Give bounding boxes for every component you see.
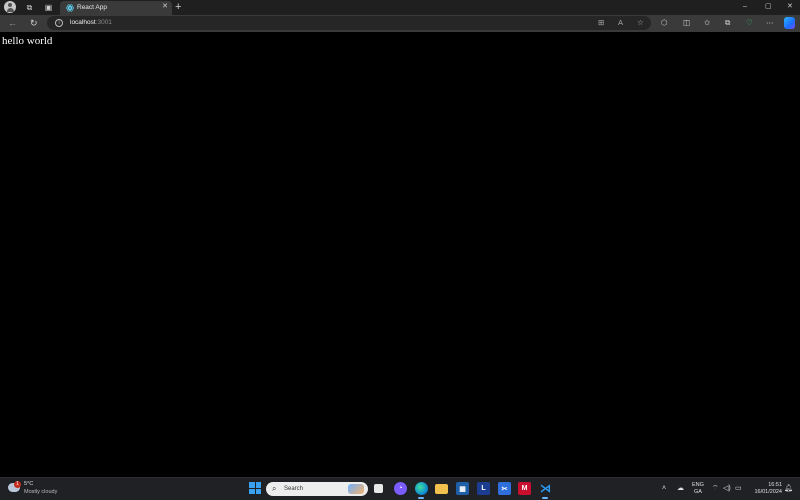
battery-icon[interactable]: ▭ bbox=[735, 484, 742, 494]
tab-react-app[interactable]: React App ✕ bbox=[60, 1, 172, 15]
clock-time: 16:51 bbox=[768, 482, 782, 488]
weather-badge: 1 bbox=[14, 481, 21, 488]
browser-essentials-icon[interactable]: ♡ bbox=[746, 18, 753, 28]
workspaces-icon[interactable]: ⧉ bbox=[23, 1, 36, 14]
weather-condition[interactable]: Mostly cloudy bbox=[24, 489, 57, 496]
url-host: localhost bbox=[70, 19, 96, 26]
browser-toolbar: ← ↻ i localhost:3001 ⊞ A ☆ ⬡ ◫ ✩ ⧉ ♡ ⋯ bbox=[0, 15, 800, 32]
language-indicator[interactable]: ENG GA bbox=[692, 482, 704, 496]
minimize-button[interactable]: – bbox=[743, 1, 747, 13]
page-viewport: hello world bbox=[0, 32, 800, 477]
volume-icon[interactable]: ◁) bbox=[723, 484, 731, 494]
collections-icon[interactable]: ⧉ bbox=[725, 18, 730, 28]
taskbar-search[interactable]: ⌕ Search bbox=[266, 482, 368, 496]
url-text[interactable]: localhost:3001 bbox=[70, 18, 112, 28]
address-bar[interactable]: i localhost:3001 ⊞ A ☆ bbox=[47, 16, 651, 30]
vscode-icon[interactable]: ⋊ bbox=[539, 482, 552, 495]
start-button[interactable] bbox=[249, 482, 262, 495]
app-available-icon[interactable]: ⊞ bbox=[598, 18, 604, 28]
vscode-active-indicator bbox=[542, 497, 548, 499]
keyboard-layout: GA bbox=[693, 489, 702, 495]
show-hidden-icons-chevron-icon[interactable]: ˄ bbox=[662, 484, 666, 494]
site-info-icon[interactable]: i bbox=[55, 19, 63, 27]
maximize-button[interactable]: ▢ bbox=[765, 1, 772, 13]
store-app-icon[interactable]: ▦ bbox=[456, 482, 469, 495]
favorite-star-icon[interactable]: ☆ bbox=[637, 18, 644, 28]
tab-close-icon[interactable]: ✕ bbox=[162, 2, 168, 10]
mcafee-icon[interactable]: M bbox=[518, 482, 531, 495]
split-screen-icon[interactable]: ◫ bbox=[683, 18, 690, 28]
chat-icon[interactable]: ◔ bbox=[394, 482, 407, 495]
notifications-bell-icon[interactable]: 🔔︎ bbox=[784, 484, 793, 494]
file-explorer-icon[interactable] bbox=[435, 484, 448, 494]
url-port: :3001 bbox=[95, 19, 112, 26]
browser-tab-strip: ⧉ ▣ React App ✕ + – ▢ ✕ bbox=[0, 0, 800, 15]
refresh-button[interactable]: ↻ bbox=[30, 17, 38, 30]
extensions-icon[interactable]: ⬡ bbox=[661, 18, 668, 28]
edge-browser-icon[interactable] bbox=[415, 482, 428, 495]
task-view-icon[interactable] bbox=[374, 484, 383, 493]
l-app-icon[interactable]: L bbox=[477, 482, 490, 495]
profile-avatar-icon[interactable] bbox=[4, 1, 16, 13]
back-button[interactable]: ← bbox=[8, 17, 17, 30]
read-aloud-icon[interactable]: A bbox=[618, 18, 623, 28]
tab-actions-icon[interactable]: ▣ bbox=[42, 1, 55, 14]
taskbar: 1 5°C Mostly cloudy ⌕ Search ◔ ▦ L ✂ M ⋊… bbox=[0, 477, 800, 500]
search-label: Search bbox=[284, 486, 304, 492]
network-icon[interactable]: ⌔ bbox=[712, 484, 719, 494]
search-icon: ⌕ bbox=[272, 484, 277, 493]
system-clock[interactable]: 16:51 16/01/2024 bbox=[748, 482, 782, 496]
language-code: ENG bbox=[692, 482, 704, 488]
onedrive-cloud-icon[interactable]: ☁ bbox=[677, 484, 684, 494]
settings-more-icon[interactable]: ⋯ bbox=[766, 18, 774, 28]
search-highlight-image bbox=[348, 484, 364, 494]
new-tab-button[interactable]: + bbox=[175, 0, 181, 14]
page-text: hello world bbox=[2, 35, 53, 47]
tab-title: React App bbox=[77, 4, 107, 11]
snipping-tool-icon[interactable]: ✂ bbox=[498, 482, 511, 495]
close-window-button[interactable]: ✕ bbox=[787, 1, 793, 13]
favorites-icon[interactable]: ✩ bbox=[704, 18, 710, 28]
copilot-icon[interactable] bbox=[784, 17, 795, 29]
edge-active-indicator bbox=[418, 497, 424, 499]
weather-temperature[interactable]: 5°C bbox=[24, 481, 33, 488]
react-logo-icon bbox=[66, 4, 74, 12]
clock-date: 16/01/2024 bbox=[754, 489, 782, 495]
